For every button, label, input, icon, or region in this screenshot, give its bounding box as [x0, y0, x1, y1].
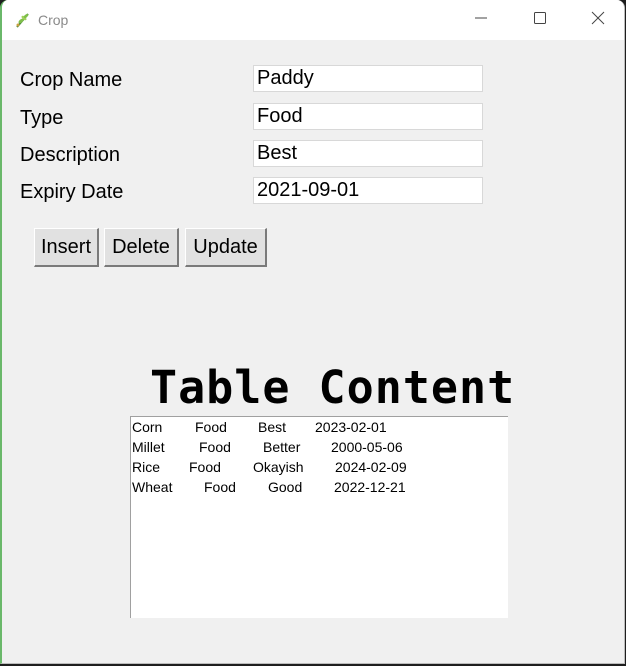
delete-button[interactable]: Delete [104, 228, 179, 267]
crop-desc-cell: Okayish [253, 459, 304, 475]
description-label: Description [20, 144, 121, 166]
crop-desc-cell: Better [263, 439, 301, 455]
insert-button[interactable]: Insert [34, 228, 99, 267]
type-field[interactable] [253, 103, 483, 130]
crop-name-label: Crop Name [20, 69, 123, 91]
crop-date-cell: 2023-02-01 [315, 419, 387, 435]
crop-desc-cell: Best [258, 419, 287, 435]
title-bar[interactable]: Crop [2, 0, 624, 40]
crop-type-cell: Food [195, 419, 227, 435]
crop-date-cell: 2024-02-09 [335, 459, 407, 475]
maximize-icon [533, 11, 547, 30]
list-item[interactable]: Corn Food Best 2023-02-01 [131, 417, 508, 437]
expiry-date-field[interactable] [253, 177, 483, 204]
crop-name-cell: Millet [132, 439, 165, 455]
update-button[interactable]: Update [185, 228, 267, 267]
maximize-button[interactable] [511, 0, 569, 40]
crop-type-cell: Food [204, 479, 236, 495]
crop-desc-cell: Good [268, 479, 303, 495]
list-item[interactable]: Millet Food Better 2000-05-06 [131, 437, 508, 457]
crop-name-cell: Wheat [132, 479, 173, 495]
minimize-icon [474, 11, 488, 30]
crop-plant-icon [13, 10, 33, 30]
app-window: Crop Crop Name Type Description Expiry D… [0, 0, 625, 664]
crop-type-cell: Food [199, 439, 231, 455]
list-item[interactable]: Wheat Food Good 2022-12-21 [131, 477, 508, 497]
crop-date-cell: 2022-12-21 [334, 479, 406, 495]
list-item[interactable]: Rice Food Okayish 2024-02-09 [131, 457, 508, 477]
crop-type-cell: Food [189, 459, 221, 475]
close-button[interactable] [569, 0, 624, 40]
type-label: Type [20, 107, 64, 129]
table-heading: Table Content [150, 361, 516, 414]
minimize-button[interactable] [452, 0, 510, 40]
description-field[interactable] [253, 140, 483, 167]
crop-date-cell: 2000-05-06 [331, 439, 403, 455]
close-icon [591, 11, 605, 30]
window-title: Crop [38, 12, 69, 28]
expiry-date-label: Expiry Date [20, 181, 124, 203]
table-listbox[interactable]: Corn Food Best 2023-02-01 Millet Food Be… [130, 416, 508, 618]
crop-name-cell: Corn [132, 419, 163, 435]
crop-name-field[interactable] [253, 65, 483, 92]
crop-name-cell: Rice [132, 459, 161, 475]
